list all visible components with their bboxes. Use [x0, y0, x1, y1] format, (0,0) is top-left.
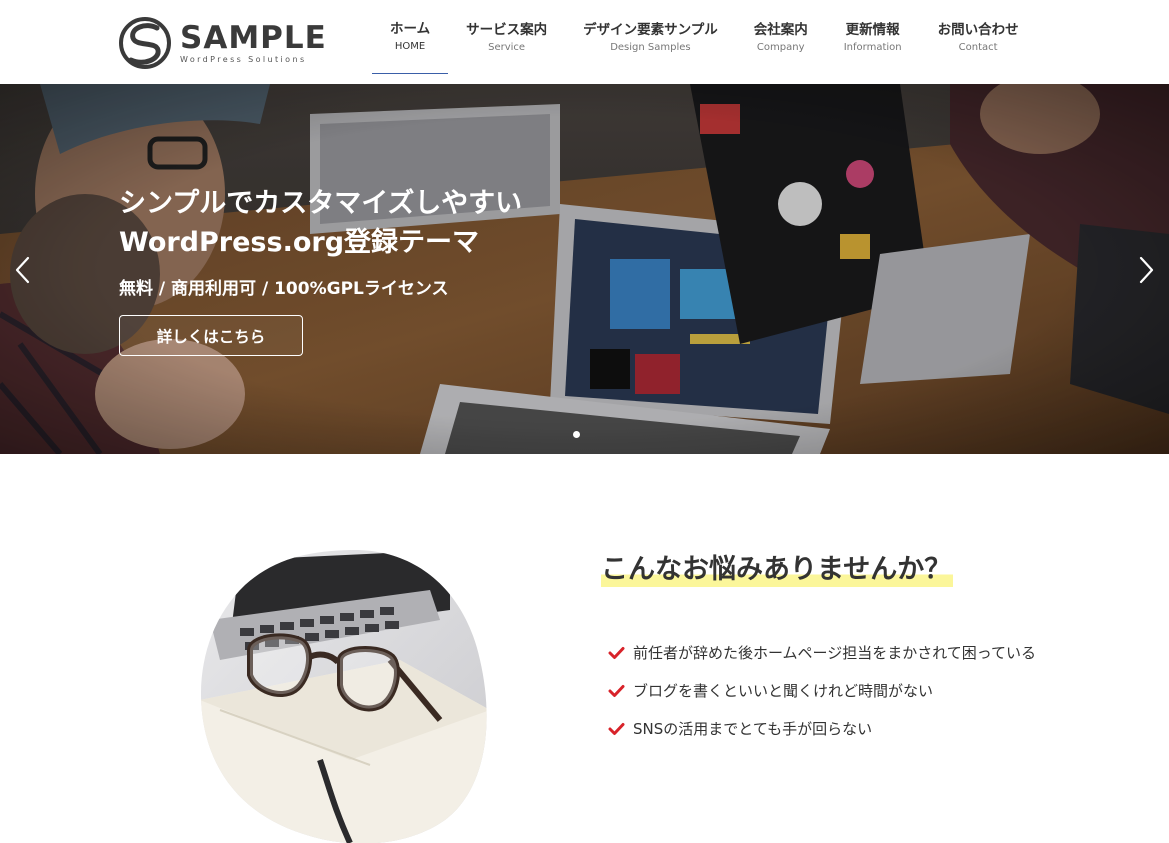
check-icon: [608, 685, 625, 697]
nav-item-company[interactable]: 会社案内 Company: [736, 0, 826, 74]
nav-item-label: デザイン要素サンプル: [583, 21, 718, 38]
nav-item-label: サービス案内: [466, 21, 548, 38]
hero-overlay: [0, 84, 1169, 454]
list-item: 前任者が辞めた後ホームページ担当をまかされて困っている: [608, 640, 1058, 666]
logo-subtitle: WordPress Solutions: [180, 54, 307, 64]
nav-item-label: 更新情報: [845, 21, 900, 38]
logo-s-icon: [119, 17, 171, 69]
list-item-text: 前任者が辞めた後ホームページ担当をまかされて困っている: [633, 644, 1037, 662]
logo-text: SAMPLE WordPress Solutions: [180, 22, 327, 65]
hero-subtitle: 無料 / 商用利用可 / 100%GPLライセンス: [119, 279, 449, 299]
chevron-left-icon: [15, 256, 30, 284]
slider-pagination-dot[interactable]: [573, 431, 580, 438]
hero-slider: シンプルでカスタマイズしやすい WordPress.org登録テーマ 無料 / …: [0, 84, 1169, 454]
site-header: SAMPLE WordPress Solutions ホーム HOME サービス…: [0, 0, 1169, 84]
nav-item-sublabel: Company: [756, 41, 805, 53]
site-logo[interactable]: SAMPLE WordPress Solutions: [118, 16, 338, 70]
nav-item-sublabel: Design Samples: [610, 41, 691, 53]
worries-heading-text: こんなお悩みありませんか？: [601, 554, 954, 587]
nav-item-service[interactable]: サービス案内 Service: [448, 0, 565, 74]
nav-item-contact[interactable]: お問い合わせ Contact: [920, 0, 1037, 74]
hero-title-line2: WordPress.org登録テーマ: [119, 227, 480, 258]
nav-item-label: 会社案内: [753, 21, 808, 38]
list-item: SNSの活用までとても手が回らない: [608, 716, 1058, 742]
check-icon: [608, 723, 625, 735]
chevron-right-icon: [1139, 256, 1154, 284]
list-item-text: ブログを書くといいと聞くけれど時間がない: [633, 682, 934, 700]
nav-item-sublabel: Contact: [958, 41, 998, 53]
slider-next-button[interactable]: [1131, 252, 1161, 288]
hero-title-line1: シンプルでカスタマイズしやすい: [119, 188, 523, 219]
hero-title: シンプルでカスタマイズしやすい WordPress.org登録テーマ: [119, 184, 719, 262]
nav-item-label: お問い合わせ: [937, 21, 1019, 38]
list-item-text: SNSの活用までとても手が回らない: [633, 720, 873, 738]
nav-item-label: ホーム: [390, 21, 431, 37]
check-icon: [608, 647, 625, 659]
nav-item-home[interactable]: ホーム HOME: [372, 0, 449, 74]
hero-detail-button[interactable]: 詳しくはこちら: [119, 315, 303, 356]
nav-item-information[interactable]: 更新情報 Information: [826, 0, 920, 74]
list-item: ブログを書くといいと聞くけれど時間がない: [608, 678, 1058, 704]
logo-title: SAMPLE: [180, 19, 327, 56]
nav-item-sublabel: HOME: [394, 41, 426, 52]
notebook-glasses-image: [200, 550, 487, 843]
worries-list: 前任者が辞めた後ホームページ担当をまかされて困っている ブログを書くといいと聞く…: [608, 640, 1058, 754]
global-nav: ホーム HOME サービス案内 Service デザイン要素サンプル Desig…: [372, 0, 1037, 84]
slider-prev-button[interactable]: [8, 252, 38, 288]
nav-item-sublabel: Service: [488, 41, 526, 53]
nav-item-sublabel: Information: [843, 41, 902, 53]
nav-item-design-samples[interactable]: デザイン要素サンプル Design Samples: [565, 0, 736, 74]
worries-heading: こんなお悩みありませんか？: [601, 551, 954, 589]
